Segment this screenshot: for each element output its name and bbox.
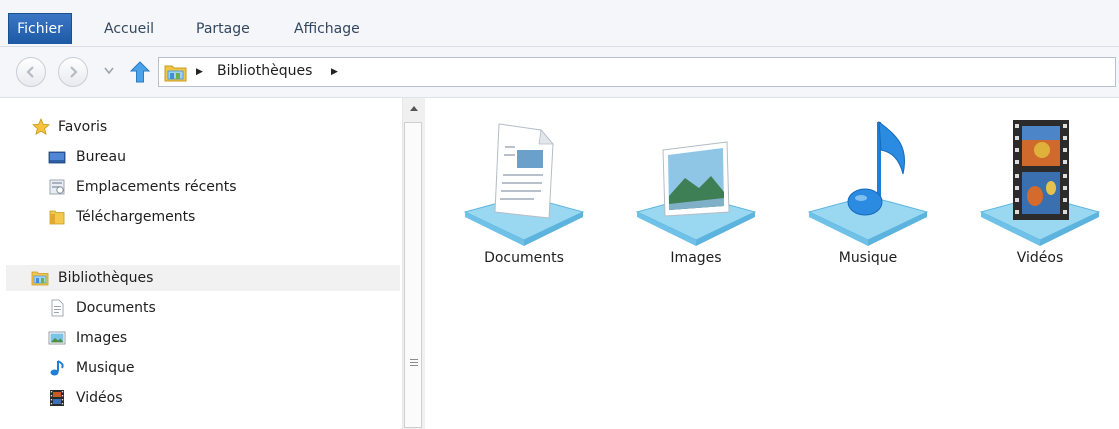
downloads-folder-icon [49,210,65,225]
scrollbar-grip-icon [410,359,418,368]
images-icon [48,331,66,345]
tab-fichier[interactable]: Fichier [8,13,72,44]
library-tile-images[interactable]: Images [621,116,771,276]
desktop-icon [48,151,66,164]
nav-item-videos[interactable]: Vidéos [0,385,400,411]
music-icon [50,360,64,376]
scroll-up-arrow-icon[interactable] [409,104,419,112]
music-library-icon [807,120,929,246]
images-library-icon [635,141,757,246]
nav-item-favoris[interactable]: Favoris [0,114,400,140]
library-tile-label: Images [670,250,722,266]
nav-item-emplacements-recents[interactable]: Emplacements récents [0,174,400,200]
libraries-icon [31,271,49,286]
scrollbar-thumb[interactable] [404,122,422,428]
tab-partage[interactable]: Partage [186,17,260,41]
address-bar[interactable]: ▶ Bibliothèques ▶ [158,57,1116,87]
up-arrow-icon[interactable] [129,60,151,84]
forward-arrow-icon [70,66,78,78]
videos-icon [50,390,64,406]
library-tile-label: Vidéos [1016,250,1064,266]
nav-item-musique[interactable]: Musique [0,355,400,381]
nav-pane-scrollbar[interactable] [402,98,426,429]
recent-locations-chevron-icon[interactable] [104,67,114,75]
nav-item-label: Vidéos [76,390,123,406]
breadcrumb-separator-icon[interactable]: ▶ [196,67,203,77]
documents-icon [51,299,64,317]
libraries-folder-icon [164,65,187,82]
library-tile-label: Musique [838,250,898,266]
nav-item-label: Bureau [76,149,126,165]
navigation-pane: Favoris Bureau Emplacements récents Télé… [0,98,402,429]
nav-item-label: Musique [76,360,135,376]
tab-accueil[interactable]: Accueil [94,17,164,41]
library-tile-musique[interactable]: Musique [793,116,943,276]
forward-button[interactable] [58,57,88,87]
ribbon-tab-bar: Fichier Accueil Partage Affichage [0,0,1119,47]
recent-places-icon [49,179,65,195]
tab-affichage[interactable]: Affichage [284,17,370,41]
library-tile-label: Documents [484,250,564,266]
back-arrow-icon [26,66,34,78]
nav-item-label: Documents [76,300,156,316]
nav-item-bibliotheques[interactable]: Bibliothèques [6,265,400,291]
nav-item-label: Emplacements récents [76,179,237,195]
navigation-bar: ▶ Bibliothèques ▶ [0,47,1119,98]
library-tile-videos[interactable]: Vidéos [965,116,1115,276]
nav-item-label: Images [76,330,128,346]
breadcrumb-separator-icon[interactable]: ▶ [331,67,338,77]
library-tile-documents[interactable]: Documents [449,116,599,276]
nav-item-label: Favoris [58,119,108,135]
nav-item-bureau[interactable]: Bureau [0,144,400,170]
content-pane: Documents Images Musique Vidéos [425,98,1119,429]
documents-library-icon [463,123,585,246]
star-icon [32,118,50,136]
breadcrumb-bibliotheques[interactable]: Bibliothèques [217,63,312,79]
nav-item-label: Téléchargements [76,209,196,225]
nav-item-label: Bibliothèques [58,270,154,286]
back-button[interactable] [16,57,46,87]
nav-item-telechargements[interactable]: Téléchargements [0,204,400,230]
nav-item-images[interactable]: Images [0,325,400,351]
videos-library-icon [979,120,1101,246]
nav-item-documents[interactable]: Documents [0,295,400,321]
